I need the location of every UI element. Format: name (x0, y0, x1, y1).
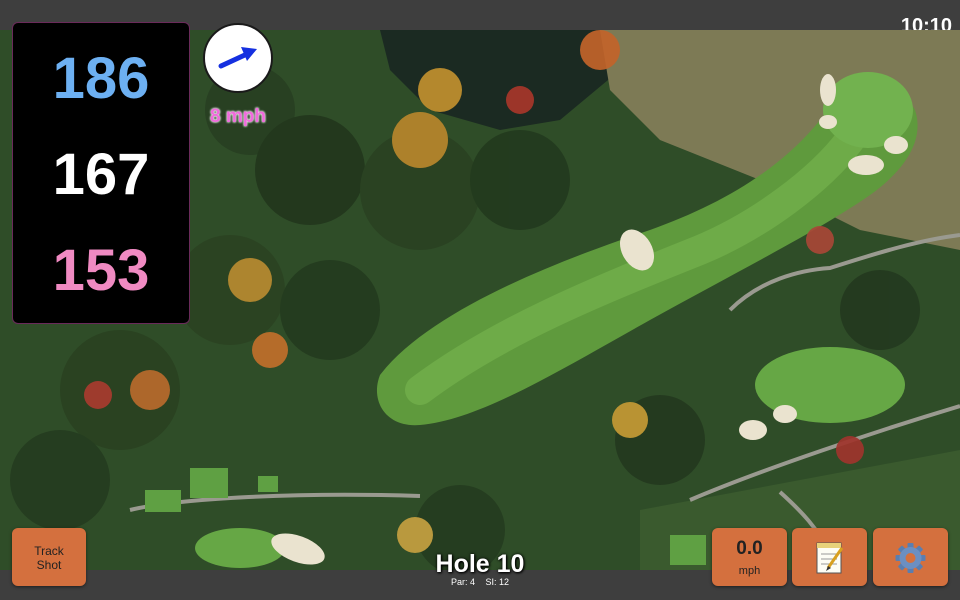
track-shot-label-line1: Track (34, 544, 64, 558)
middle-yardage: 167 (52, 142, 150, 207)
yardage-panel: 186 167 153 (12, 22, 190, 324)
notes-button[interactable] (792, 528, 867, 586)
speed-value: 0.0 (736, 538, 763, 559)
back-yardage: 186 (52, 46, 150, 111)
gear-icon (895, 543, 926, 573)
track-shot-label-line2: Shot (36, 558, 62, 572)
notepad-icon (816, 542, 844, 574)
speed-button[interactable]: 0.0 mph (712, 528, 787, 586)
wind-speed-label: 8 mph (210, 106, 266, 127)
front-yardage: 153 (52, 238, 150, 303)
hole-title: Hole 10 (435, 550, 525, 578)
hole-par: Par: 4 (450, 577, 475, 587)
hole-stroke-index: SI: 12 (485, 577, 510, 587)
speed-unit: mph (738, 565, 761, 577)
track-shot-button[interactable]: Track Shot (12, 528, 86, 586)
wind-direction-indicator (203, 23, 273, 93)
hole-info: Par: 4 SI: 12 (380, 577, 580, 587)
settings-button[interactable] (873, 528, 948, 586)
wind-arrow-icon (218, 47, 257, 69)
